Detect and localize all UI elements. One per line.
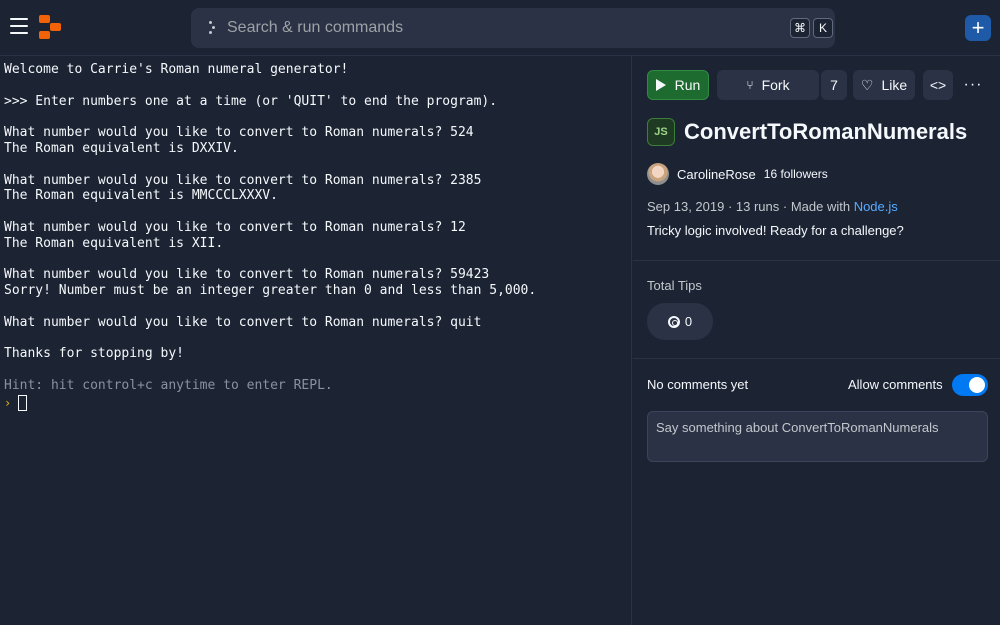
fork-button[interactable]: ⑂ Fork: [717, 70, 819, 100]
comments-status: No comments yet: [647, 377, 749, 392]
console-line: The Roman equivalent is DXXIV.: [4, 140, 239, 156]
console-line: What number would you like to convert to…: [4, 125, 474, 141]
repl-title: JS ConvertToRomanNumerals: [647, 118, 967, 146]
repl-meta: Sep 13, 2019 · 13 runs · Made with Node.…: [647, 199, 898, 214]
console-line: What number would you like to convert to…: [4, 314, 482, 330]
console-hint: Hint: hit control+c anytime to enter REP…: [4, 377, 333, 393]
replit-logo-icon[interactable]: [39, 15, 61, 39]
run-label: Run: [674, 77, 701, 93]
nodejs-language-icon: JS: [647, 118, 675, 146]
divider: [633, 260, 1000, 261]
run-button[interactable]: Run: [647, 70, 709, 100]
allow-comments-toggle[interactable]: [952, 374, 988, 396]
create-button[interactable]: +: [965, 15, 991, 41]
fork-count[interactable]: 7: [821, 70, 847, 100]
divider: [633, 358, 1000, 359]
console-line: >>> Enter numbers one at a time (or 'QUI…: [4, 93, 498, 109]
more-options-button[interactable]: ···: [961, 70, 985, 100]
embed-code-button[interactable]: <>: [923, 70, 953, 100]
repl-description: Tricky logic involved! Ready for a chall…: [647, 223, 904, 238]
tips-value: 0: [684, 314, 693, 329]
page-title: ConvertToRomanNumerals: [684, 119, 968, 144]
author-name[interactable]: CarolineRose: [677, 167, 756, 182]
shortcut-key-cmd: ⌘: [790, 18, 810, 38]
console-line: Sorry! Number must be an integer greater…: [4, 283, 537, 299]
console-line: Welcome to Carrie's Roman numeral genera…: [4, 62, 349, 77]
search-placeholder: Search & run commands: [227, 19, 404, 36]
shortcut-key-k: K: [813, 18, 833, 38]
hamburger-menu-icon[interactable]: [10, 18, 28, 34]
tips-button[interactable]: 0: [647, 303, 713, 340]
language-link[interactable]: Node.js: [854, 199, 898, 214]
console-output[interactable]: Welcome to Carrie's Roman numeral genera…: [0, 56, 632, 625]
fork-label: Fork: [761, 77, 790, 93]
command-icon: [207, 20, 217, 36]
toggle-knob: [969, 377, 985, 393]
console-line: What number would you like to convert to…: [4, 219, 466, 235]
top-bar: Search & run commands ⌘ K +: [0, 0, 1000, 56]
console-line: What number would you like to convert to…: [4, 172, 482, 188]
heart-icon: ♡: [860, 76, 874, 93]
meta-text: Sep 13, 2019 · 13 runs · Made with: [647, 199, 854, 214]
console-line: What number would you like to convert to…: [4, 267, 490, 283]
comment-input[interactable]: Say something about ConvertToRomanNumera…: [647, 411, 988, 462]
author-row[interactable]: CarolineRose 16 followers: [647, 163, 828, 185]
avatar[interactable]: [647, 163, 669, 185]
tip-spiral-icon: [667, 315, 680, 328]
console-line: The Roman equivalent is MMCCCLXXXV.: [4, 188, 278, 204]
console-line: Thanks for stopping by!: [4, 346, 185, 362]
repl-info-panel: Run ⑂ Fork 7 ♡ Like <> ··· JS ConvertToR…: [633, 56, 1000, 625]
play-icon: [655, 79, 666, 91]
tips-label: Total Tips: [647, 278, 702, 293]
text-cursor: [18, 394, 27, 411]
prompt-chevron-icon: ›: [4, 395, 12, 410]
search-bar[interactable]: Search & run commands ⌘ K: [191, 8, 835, 48]
console-prompt[interactable]: ›: [4, 394, 627, 412]
like-label: Like: [881, 77, 908, 93]
console-line: The Roman equivalent is XII.: [4, 235, 224, 251]
allow-comments-label: Allow comments: [848, 377, 943, 392]
fork-icon: ⑂: [746, 78, 754, 92]
followers-count: 16 followers: [763, 167, 828, 181]
console-lines: Welcome to Carrie's Roman numeral genera…: [4, 62, 627, 378]
like-button[interactable]: ♡ Like: [853, 70, 915, 100]
